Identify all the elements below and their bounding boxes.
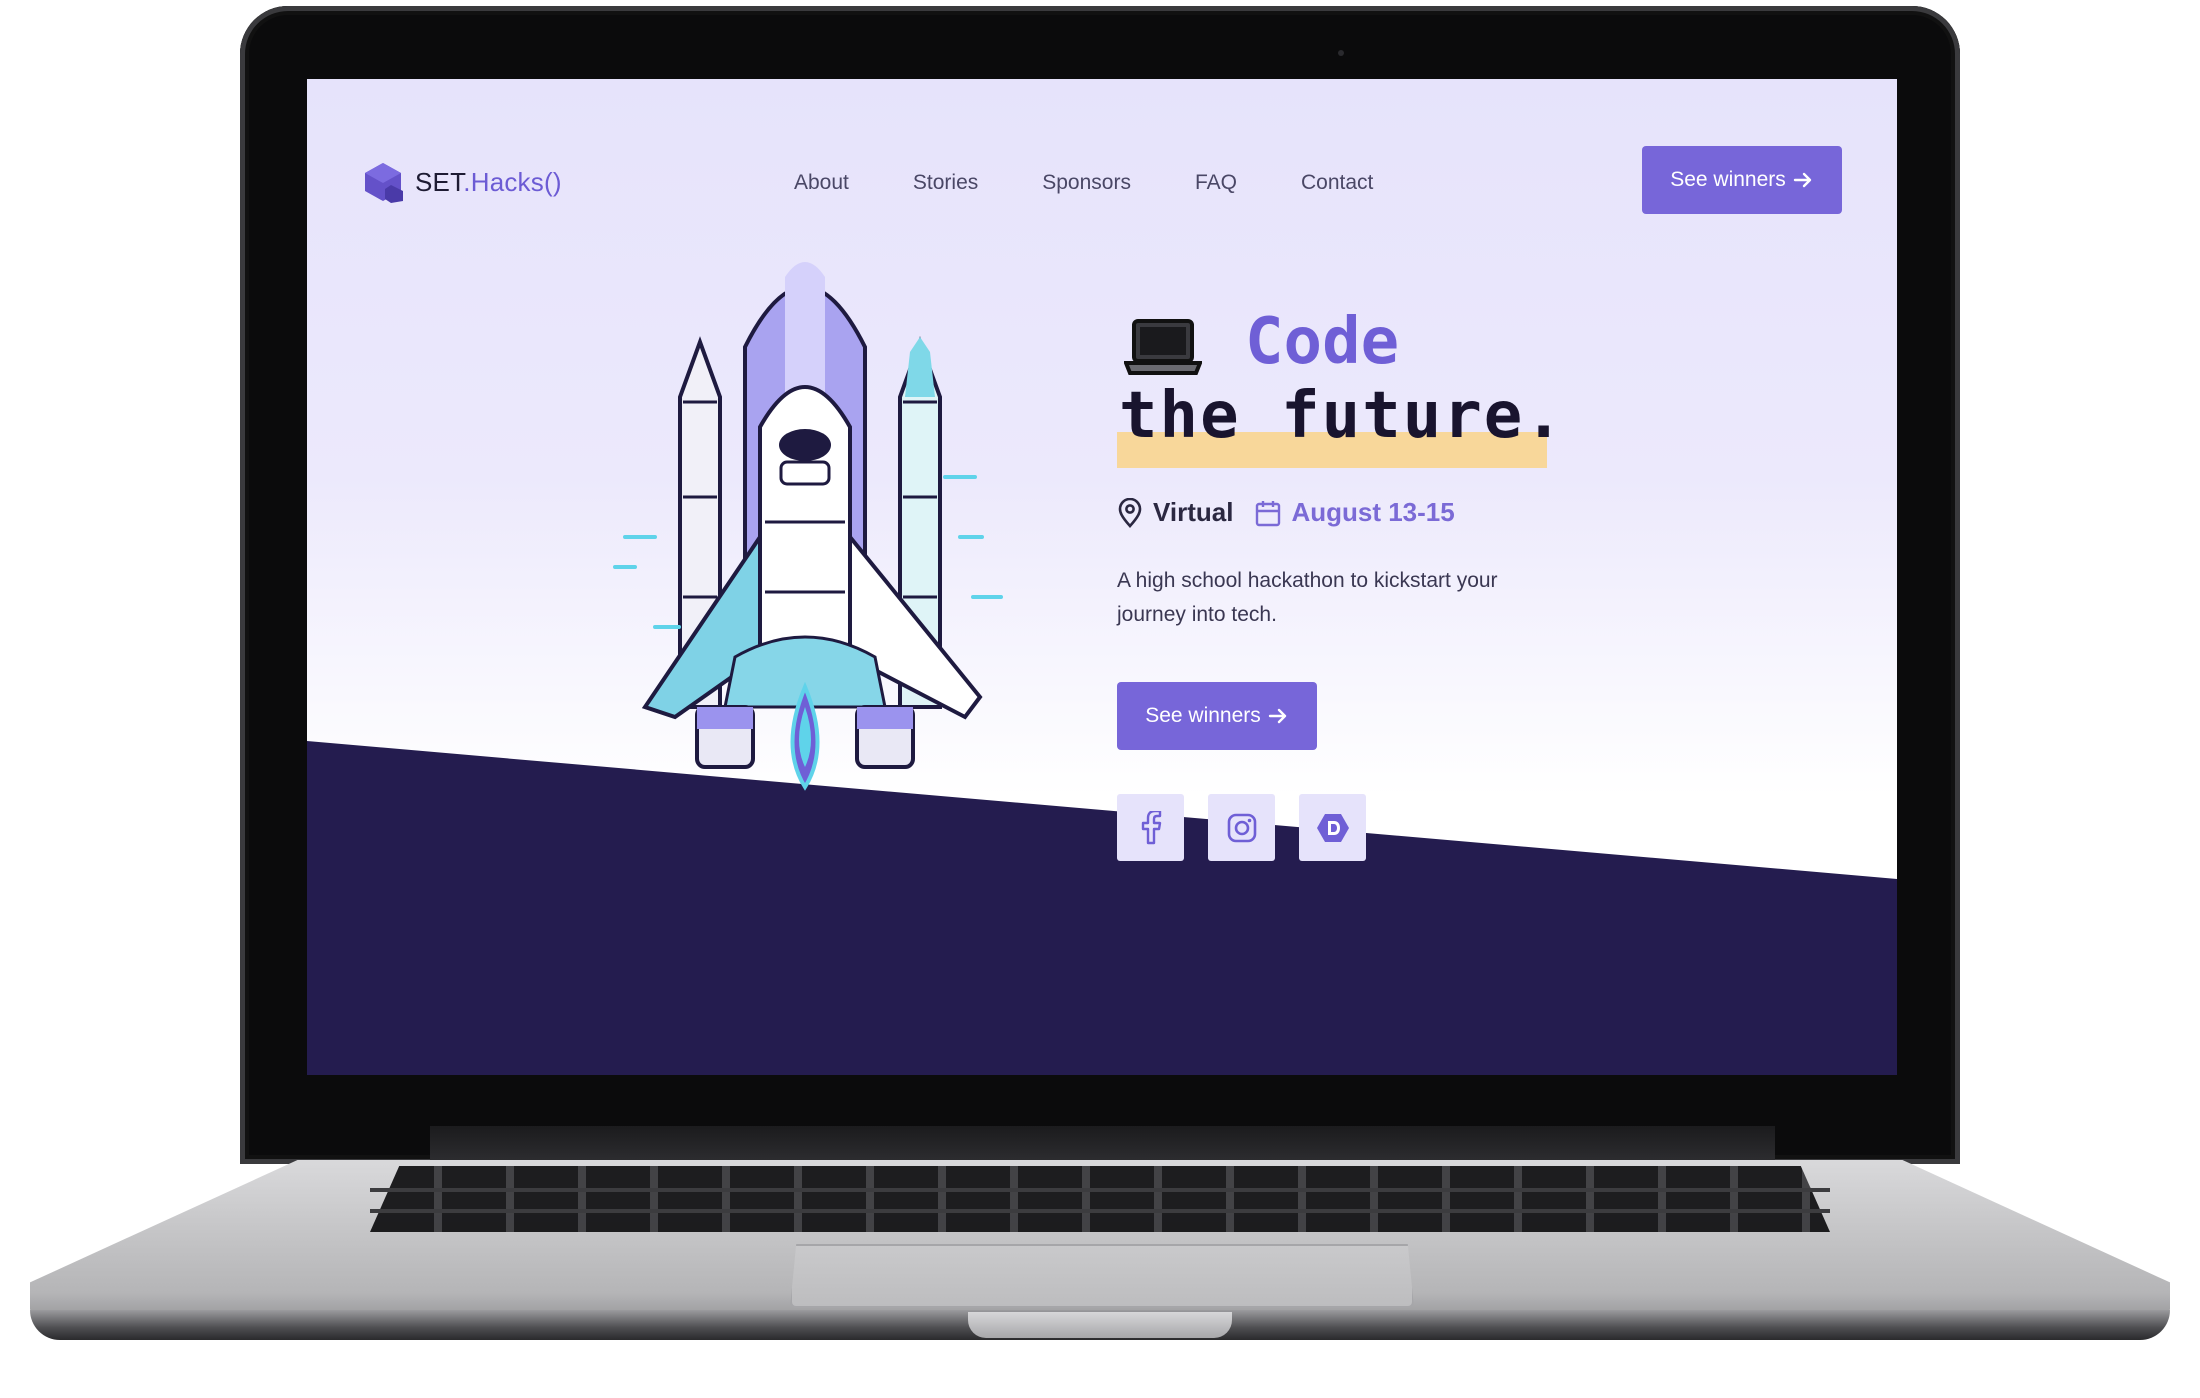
facebook-icon <box>1141 810 1161 844</box>
location-pin-icon <box>1118 497 1142 528</box>
logo-brand-main: SET <box>415 166 464 197</box>
laptop-emoji-icon <box>1123 317 1203 382</box>
arrow-right-icon <box>1793 172 1811 188</box>
header-see-winners-button[interactable]: See winners <box>1642 146 1842 214</box>
laptop-trackpad <box>790 1244 1414 1308</box>
devpost-icon <box>1316 813 1349 842</box>
event-location: Virtual <box>1153 497 1234 527</box>
logo-brand-accent: .Hacks() <box>463 166 562 197</box>
devpost-link[interactable] <box>1299 794 1366 861</box>
site-logo[interactable]: SET.Hacks() <box>361 161 562 203</box>
dark-diagonal-band <box>307 741 1897 1075</box>
headline-the-future: the future. <box>1119 379 1565 453</box>
header-cta-label: See winners <box>1670 168 1786 191</box>
website-screen: SET.Hacks() About Stories Sponsors FAQ C… <box>307 79 1897 1075</box>
arrow-right-icon <box>1268 708 1286 724</box>
keyboard-row-gap <box>370 1188 1830 1192</box>
main-nav: About Stories Sponsors FAQ Contact <box>794 171 1437 195</box>
instagram-icon <box>1227 813 1256 842</box>
social-links <box>1117 794 1366 861</box>
keyboard-row-gap <box>370 1209 1830 1213</box>
laptop-hinge <box>430 1126 1775 1160</box>
hero-description: A high school hackathon to kickstart you… <box>1117 569 1498 626</box>
nav-about[interactable]: About <box>794 171 849 195</box>
space-shuttle-illustration <box>613 262 1003 791</box>
laptop-notch <box>968 1312 1232 1338</box>
laptop-keyboard <box>370 1166 1830 1232</box>
camera-dot <box>1338 50 1344 56</box>
event-meta: Virtual August 13-15 <box>1117 497 1455 528</box>
facebook-link[interactable] <box>1117 794 1184 861</box>
calendar-icon <box>1256 500 1281 526</box>
logo-cube-icon <box>365 163 403 203</box>
nav-sponsors[interactable]: Sponsors <box>1042 171 1131 195</box>
nav-faq[interactable]: FAQ <box>1195 171 1237 195</box>
headline-code: Code <box>1245 305 1400 379</box>
instagram-link[interactable] <box>1208 794 1275 861</box>
nav-contact[interactable]: Contact <box>1301 171 1373 195</box>
hero-cta-label: See winners <box>1145 704 1261 727</box>
hero-see-winners-button[interactable]: See winners <box>1117 682 1317 750</box>
nav-stories[interactable]: Stories <box>913 171 978 195</box>
event-date: August 13-15 <box>1291 497 1455 527</box>
